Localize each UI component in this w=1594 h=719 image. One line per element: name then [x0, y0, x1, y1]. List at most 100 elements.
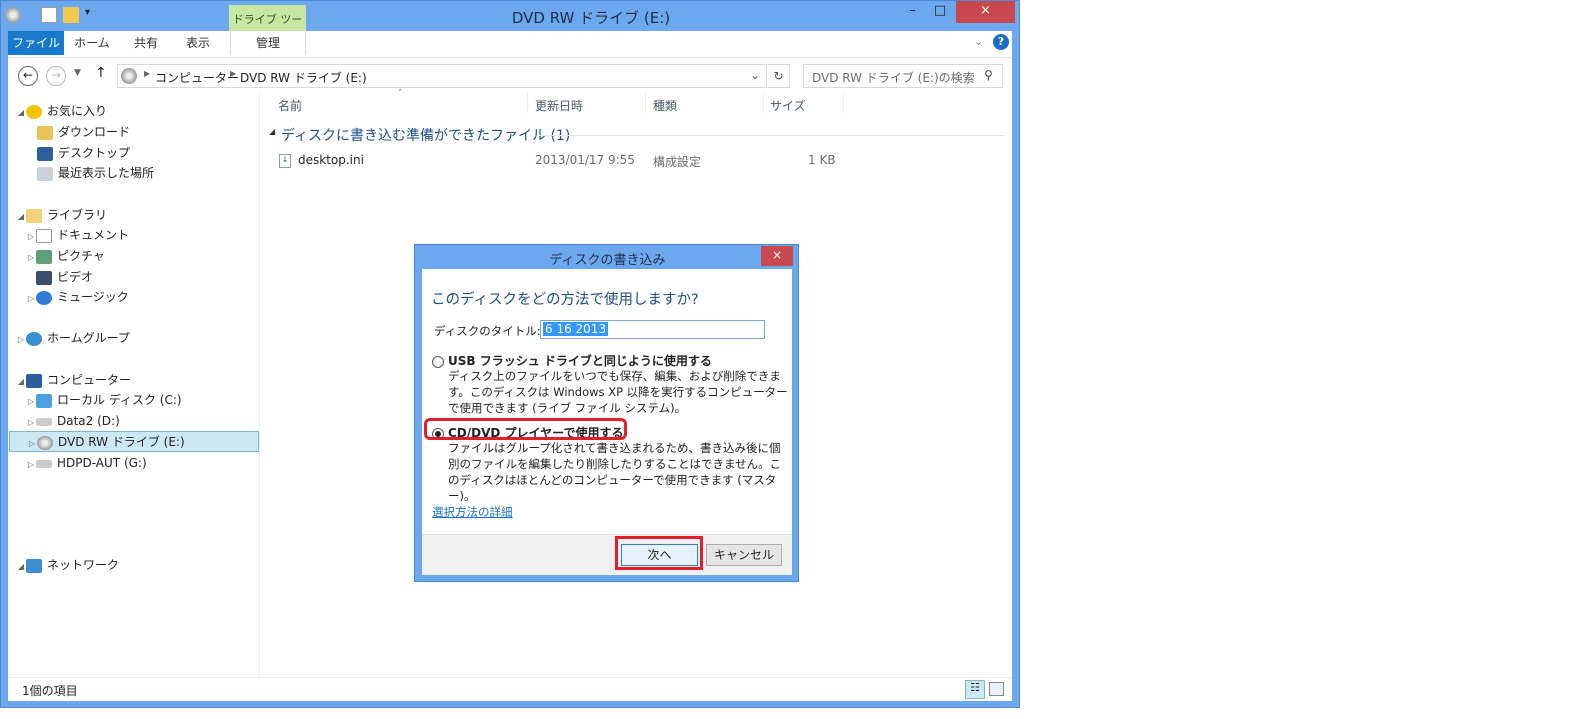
table-row[interactable]: ↓ desktop.ini 2013/01/17 9:55 構成設定 1 KB: [276, 151, 876, 171]
disc-title-input[interactable]: 6 16 2013: [540, 320, 765, 339]
nav-computer[interactable]: ◢ コンピューター: [16, 370, 131, 390]
close-button[interactable]: ×: [956, 1, 1015, 23]
recent-places-icon: [37, 166, 53, 181]
nav-label: デスクトップ: [58, 146, 131, 160]
help-link[interactable]: 選択方法の詳細: [432, 504, 513, 520]
ini-file-icon: ↓: [279, 154, 291, 168]
nav-recent-places[interactable]: 最近表示した場所: [37, 163, 154, 183]
homegroup-icon: [26, 331, 42, 346]
file-size: 1 KB: [808, 153, 836, 167]
highlight-next-button: [615, 536, 703, 570]
recent-locations-icon[interactable]: ▼: [74, 68, 81, 78]
details-view-button[interactable]: ☷: [965, 680, 985, 699]
dialog-heading: このディスクをどの方法で使用しますか?: [431, 292, 699, 308]
file-group-header[interactable]: ディスクに書き込む準備ができたファイル (1): [281, 125, 570, 145]
back-button[interactable]: ←: [18, 66, 38, 86]
nav-videos[interactable]: ビデオ: [26, 267, 93, 287]
nav-label: ビデオ: [57, 270, 94, 284]
nav-libraries[interactable]: ◢ ライブラリ: [16, 205, 107, 225]
nav-label: ダウンロード: [58, 125, 131, 139]
address-bar[interactable]: ▶ コンピューター ▶ DVD RW ドライブ (E:) ⌄ ↻: [117, 64, 790, 88]
expand-ribbon-icon[interactable]: ⌄: [974, 35, 983, 48]
nav-documents[interactable]: ▷ ドキュメント: [26, 225, 129, 245]
column-header-modified[interactable]: 更新日時: [535, 97, 583, 114]
nav-drive-g[interactable]: ▷ HDPD-AUT (G:): [26, 453, 147, 473]
search-placeholder: DVD RW ドライブ (E:)の検索: [812, 71, 975, 85]
nav-label: ミュージック: [57, 290, 129, 304]
computer-icon: [26, 373, 42, 388]
sort-ascending-icon: ˄: [398, 89, 403, 99]
burn-disc-dialog: ディスクの書き込み × このディスクをどの方法で使用しますか? ディスクのタイト…: [414, 244, 799, 582]
nav-label: ドキュメント: [57, 228, 130, 242]
videos-icon: [36, 270, 52, 285]
nav-pictures[interactable]: ▷ ピクチャ: [26, 246, 105, 266]
status-bar: 1個の項目 ☷: [8, 677, 1012, 701]
library-icon: [26, 208, 42, 223]
option-live-file-system[interactable]: USB フラッシュ ドライブと同じように使用する: [432, 352, 712, 369]
documents-icon: [36, 228, 52, 243]
forward-button[interactable]: →: [46, 66, 66, 86]
search-input[interactable]: DVD RW ドライブ (E:)の検索 ⚲: [803, 64, 1003, 88]
navigation-pane: ◢ お気に入り ダウンロード デスクトップ 最近表示した場所 ◢ ライブラリ ▷ ドキ…: [8, 93, 260, 677]
tab-view[interactable]: 表示: [178, 31, 218, 55]
up-button[interactable]: ↑: [95, 65, 107, 81]
nav-label: ネットワーク: [47, 558, 120, 572]
desktop-icon: [37, 146, 53, 161]
cancel-button[interactable]: キャンセル: [706, 544, 782, 566]
nav-label: ホームグループ: [47, 331, 130, 345]
large-icons-view-button[interactable]: [989, 682, 1004, 696]
dialog-title: ディスクの書き込み: [549, 253, 666, 268]
search-icon: ⚲: [984, 68, 993, 82]
column-header-name[interactable]: 名前: [278, 97, 302, 114]
minimize-button[interactable]: –: [899, 1, 926, 23]
breadcrumb-computer[interactable]: コンピューター: [155, 69, 239, 86]
nav-desktop[interactable]: デスクトップ: [37, 143, 130, 163]
network-icon: [26, 558, 42, 573]
nav-label: お気に入り: [47, 104, 108, 118]
disc-title-label: ディスクのタイトル:: [434, 324, 541, 338]
disc-title-value: 6 16 2013: [543, 322, 609, 336]
address-dropdown-icon[interactable]: ⌄: [750, 68, 760, 82]
address-row: ← → ▼ ↑ ▶ コンピューター ▶ DVD RW ドライブ (E:) ⌄ ↻…: [8, 57, 1012, 95]
nav-downloads[interactable]: ダウンロード: [37, 122, 130, 142]
help-icon[interactable]: ?: [993, 34, 1009, 50]
tab-home[interactable]: ホーム: [70, 31, 114, 55]
file-modified: 2013/01/17 9:55: [535, 153, 635, 167]
nav-drive-c[interactable]: ▷ ローカル ディスク (C:): [26, 390, 182, 410]
nav-music[interactable]: ▷ ミュージック: [26, 287, 129, 307]
breadcrumb-separator-icon: ▶: [230, 69, 237, 78]
dvd-drive-icon: [37, 435, 53, 450]
nav-label: ピクチャ: [57, 249, 105, 263]
nav-drive-e-selected[interactable]: ▷ DVD RW ドライブ (E:): [9, 431, 259, 452]
nav-label: 最近表示した場所: [58, 166, 155, 180]
dialog-footer: 次へ キャンセル: [422, 534, 792, 575]
column-header-type[interactable]: 種類: [653, 97, 677, 114]
file-type: 構成設定: [653, 155, 702, 169]
maximize-button[interactable]: □: [926, 1, 954, 23]
hard-drive-icon: [36, 459, 52, 468]
tab-file[interactable]: ファイル: [8, 31, 64, 55]
breadcrumb-drive[interactable]: DVD RW ドライブ (E:): [240, 69, 367, 86]
nav-favorites[interactable]: ◢ お気に入り: [16, 101, 107, 121]
highlight-mastered-option: [424, 418, 627, 440]
downloads-folder-icon: [37, 125, 53, 140]
group-collapse-icon[interactable]: ◢: [269, 127, 275, 136]
option-mastered-description: ファイルはグループ化されて書き込まれるため、書き込み後に個別のファイルを編集した…: [448, 441, 782, 503]
tab-manage[interactable]: 管理: [230, 31, 306, 55]
hard-drive-icon: [36, 417, 52, 426]
refresh-icon[interactable]: ↻: [766, 65, 790, 87]
music-icon: [36, 290, 52, 305]
nav-label: HDPD-AUT (G:): [57, 456, 147, 470]
nav-network[interactable]: ◢ ネットワーク: [16, 555, 119, 575]
star-icon: [26, 104, 42, 119]
column-header-size[interactable]: サイズ: [770, 97, 806, 114]
item-count: 1個の項目: [22, 684, 78, 698]
dialog-close-button[interactable]: ×: [761, 246, 793, 266]
option-live-file-system-description: ディスク上のファイルをいつでも保存、編集、および削除できます。このディスクは W…: [448, 369, 788, 415]
nav-drive-d[interactable]: ▷ Data2 (D:): [26, 411, 120, 431]
dvd-drive-icon: [121, 68, 137, 84]
radio-unselected[interactable]: [432, 355, 444, 368]
nav-homegroup[interactable]: ▷ ホームグループ: [16, 328, 130, 348]
nav-label: Data2 (D:): [57, 414, 120, 428]
tab-share[interactable]: 共有: [126, 31, 166, 55]
